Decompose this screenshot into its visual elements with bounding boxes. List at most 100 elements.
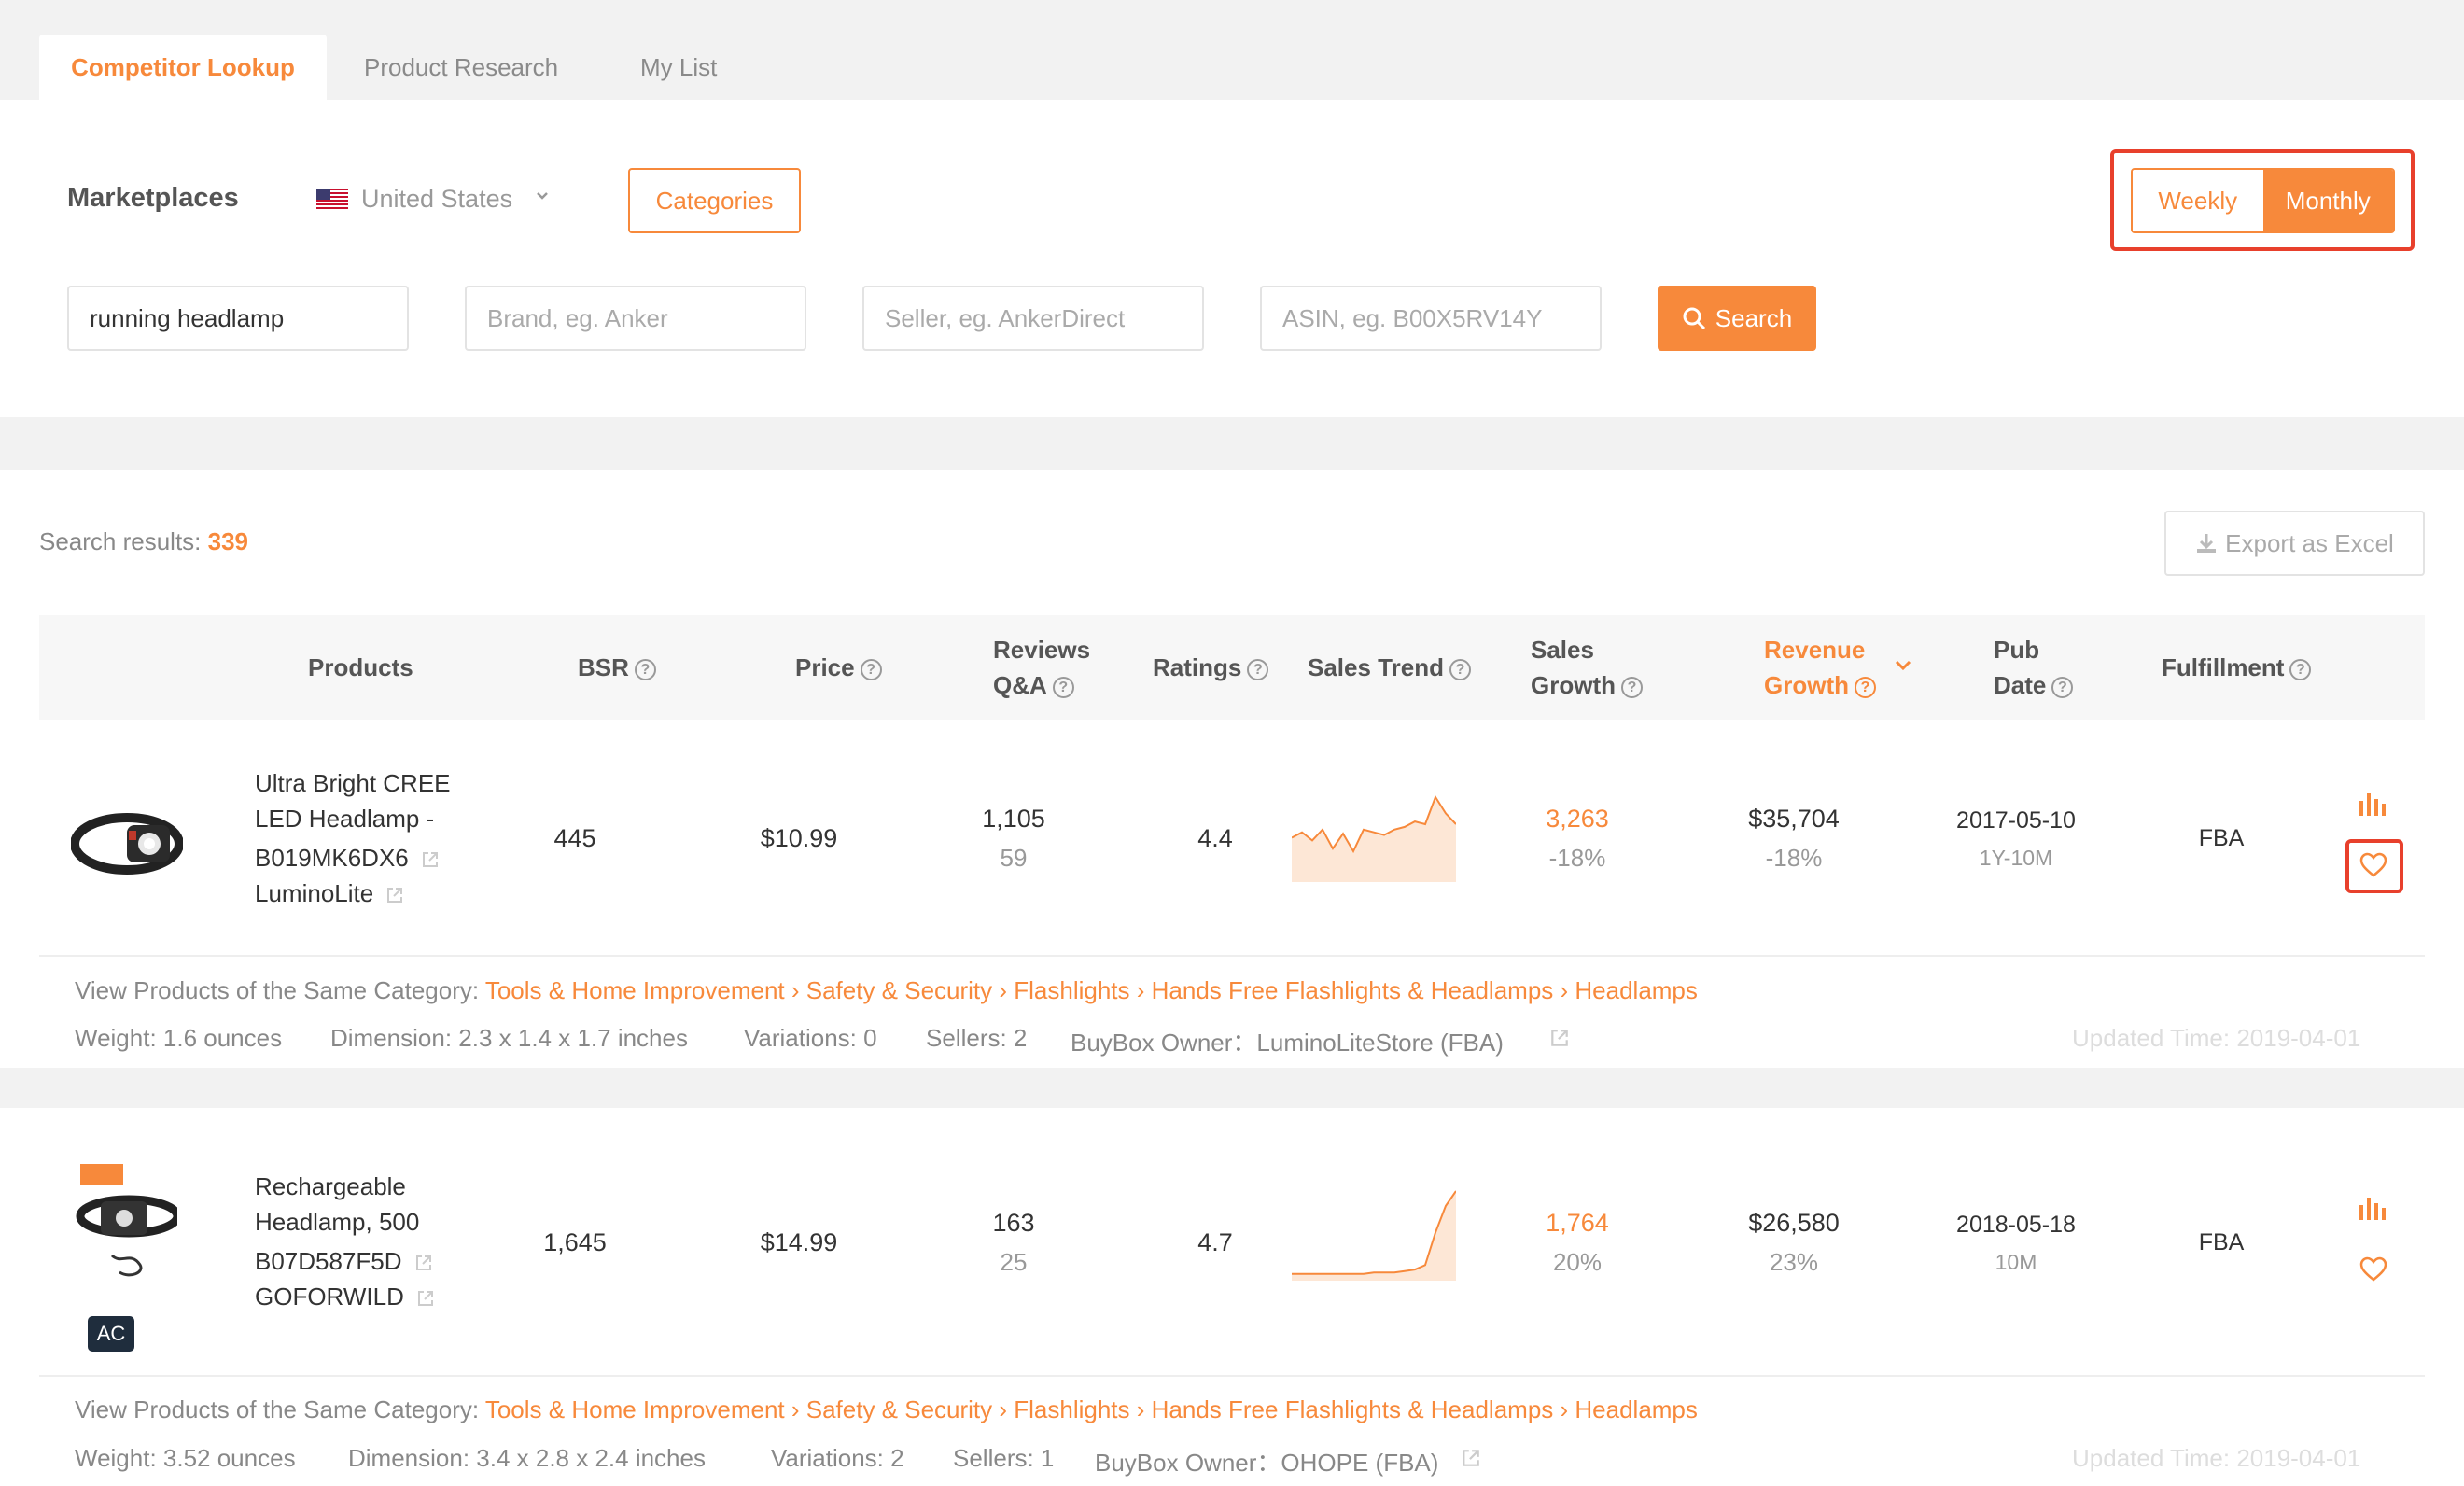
rating-value: 4.7 (1197, 1228, 1233, 1256)
variations-info: Variations: 0 (744, 1024, 877, 1052)
bar-chart-icon[interactable] (2358, 792, 2389, 816)
heart-icon[interactable] (2359, 852, 2387, 878)
age-value: 1Y-10M (1979, 846, 2053, 870)
category-path-link[interactable]: Tools & Home Improvement › Safety & Secu… (485, 976, 1698, 1004)
monthly-option[interactable]: Monthly (2262, 170, 2393, 231)
revenue-value: $35,704 (1748, 805, 1840, 833)
fulfillment-value: FBA (2198, 1229, 2245, 1255)
sellers-info: Sellers: 2 (926, 1024, 1028, 1052)
pub-date-value: 2018-05-18 (1956, 1212, 2076, 1238)
search-button[interactable]: Search (1658, 286, 1816, 351)
bsr-value: 1,645 (543, 1228, 607, 1256)
updated-time: Updated Time: 2019-04-01 (2072, 1024, 2361, 1052)
export-excel-button[interactable]: Export as Excel (2164, 511, 2425, 576)
category-breadcrumb: View Products of the Same Category: Tool… (75, 1395, 1698, 1423)
fulfillment-value: FBA (2198, 825, 2245, 851)
amazons-choice-badge: AC (88, 1316, 134, 1352)
header-products: Products (308, 653, 413, 681)
brand-link[interactable]: LuminoLite (255, 876, 404, 911)
revenue-growth-value: -18% (1765, 844, 1823, 872)
price-value: $10.99 (760, 824, 838, 852)
product-image[interactable] (75, 1162, 177, 1293)
header-reviews-qa[interactable]: Reviews Q&A? (993, 632, 1090, 703)
external-link-icon[interactable] (1461, 1448, 1481, 1468)
weight-info: Weight: 1.6 ounces (75, 1024, 283, 1052)
categories-button[interactable]: Categories (628, 168, 801, 233)
category-breadcrumb: View Products of the Same Category: Tool… (75, 976, 1698, 1004)
external-link-icon[interactable] (1549, 1028, 1570, 1048)
help-icon[interactable]: ? (1855, 676, 1876, 698)
header-price[interactable]: Price? (795, 650, 882, 685)
sales-value: 3,263 (1546, 805, 1609, 833)
header-ratings[interactable]: Ratings? (1153, 650, 1269, 685)
rating-value: 4.4 (1197, 824, 1233, 852)
row-divider (39, 955, 2425, 957)
asin-link[interactable]: B019MK6DX6 (255, 840, 440, 876)
period-toggle: Weekly Monthly (2131, 168, 2395, 233)
bar-chart-icon[interactable] (2358, 1196, 2389, 1220)
external-link-icon[interactable] (416, 1289, 435, 1308)
search-icon (1683, 307, 1705, 330)
revenue-growth-value: 23% (1769, 1248, 1819, 1276)
tab-competitor-lookup[interactable]: Competitor Lookup (39, 35, 327, 100)
help-icon[interactable]: ? (1449, 658, 1471, 680)
help-icon[interactable]: ? (634, 658, 656, 680)
weight-info: Weight: 3.52 ounces (75, 1444, 296, 1472)
sort-desc-icon[interactable] (1895, 659, 1911, 672)
header-fulfillment[interactable]: Fulfillment? (2162, 650, 2312, 685)
heart-icon[interactable] (2359, 1256, 2387, 1283)
sales-trend-chart[interactable] (1292, 1187, 1456, 1281)
pub-date-value: 2017-05-10 (1956, 807, 2076, 834)
price-value: $14.99 (760, 1228, 838, 1256)
seller-input[interactable] (862, 286, 1204, 351)
sellers-info: Sellers: 1 (953, 1444, 1055, 1472)
tab-product-research[interactable]: Product Research (364, 35, 558, 100)
header-revenue-growth[interactable]: Revenue Growth? (1764, 632, 1876, 703)
help-icon[interactable]: ? (1247, 658, 1269, 680)
sales-value: 1,764 (1546, 1209, 1609, 1237)
product-image[interactable] (71, 797, 183, 890)
external-link-icon[interactable] (414, 1254, 433, 1272)
download-icon (2197, 534, 2217, 553)
category-path-link[interactable]: Tools & Home Improvement › Safety & Secu… (485, 1395, 1698, 1423)
header-bsr[interactable]: BSR? (578, 650, 656, 685)
keyword-input[interactable] (67, 286, 409, 351)
age-value: 10M (1995, 1250, 2037, 1274)
buybox-info: BuyBox Owner：LuminoLiteStore (FBA) (1071, 1029, 1504, 1057)
chevron-down-icon (535, 188, 550, 209)
asin-link[interactable]: B07D587F5D (255, 1243, 433, 1279)
results-count-value: 339 (207, 527, 249, 555)
marketplace-value: United States (361, 185, 513, 213)
reviews-value: 1,105 (982, 805, 1045, 833)
external-link-icon[interactable] (421, 850, 440, 869)
help-icon[interactable]: ? (1621, 676, 1643, 698)
qa-value: 59 (1000, 844, 1028, 872)
qa-value: 25 (1000, 1248, 1028, 1276)
filter-panel (0, 100, 2464, 417)
bsr-value: 445 (553, 824, 596, 852)
tab-my-list[interactable]: My List (640, 35, 717, 100)
help-icon[interactable]: ? (1052, 676, 1074, 698)
weekly-option[interactable]: Weekly (2133, 170, 2263, 231)
sales-growth-value: -18% (1548, 844, 1606, 872)
product-title: Ultra Bright CREE LED Headlamp - (255, 769, 451, 833)
header-sales-growth[interactable]: Sales Growth? (1531, 632, 1643, 703)
brand-link[interactable]: GOFORWILD (255, 1279, 435, 1314)
header-pub-date[interactable]: Pub Date? (1994, 632, 2074, 703)
asin-input[interactable] (1260, 286, 1602, 351)
export-label: Export as Excel (2225, 528, 2394, 557)
sales-growth-value: 20% (1552, 1248, 1603, 1276)
header-sales-trend[interactable]: Sales Trend? (1308, 650, 1471, 685)
sales-trend-chart[interactable] (1292, 793, 1456, 882)
brand-input[interactable] (465, 286, 806, 351)
external-link-icon[interactable] (385, 886, 404, 904)
help-icon[interactable]: ? (2051, 676, 2074, 698)
help-icon[interactable]: ? (860, 658, 882, 680)
sales-trend-area (1292, 1191, 1456, 1281)
variations-info: Variations: 2 (771, 1444, 904, 1472)
revenue-value: $26,580 (1748, 1209, 1840, 1237)
buybox-info: BuyBox Owner：OHOPE (FBA) (1095, 1449, 1439, 1477)
dimension-info: Dimension: 3.4 x 2.8 x 2.4 inches (348, 1444, 706, 1472)
search-button-label: Search (1715, 303, 1793, 332)
help-icon[interactable]: ? (2289, 658, 2312, 680)
